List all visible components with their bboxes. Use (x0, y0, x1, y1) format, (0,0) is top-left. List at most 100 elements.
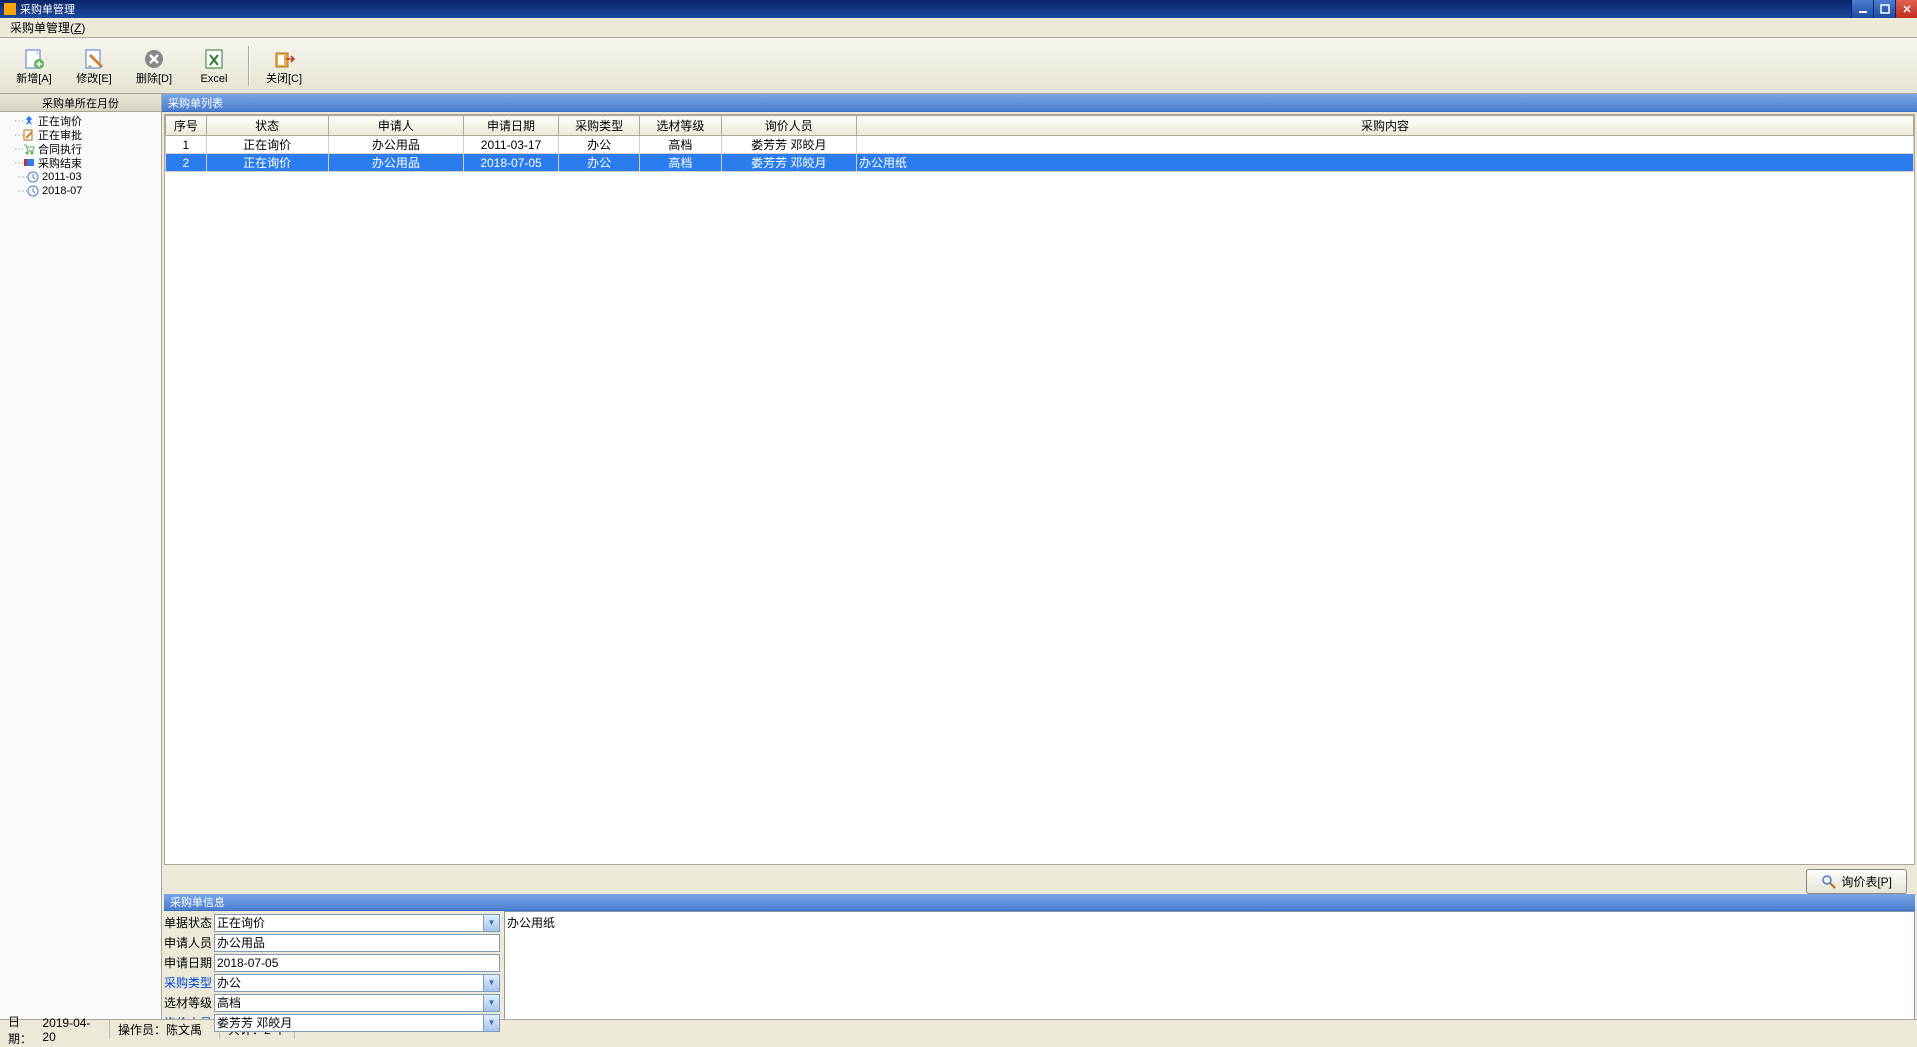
cart-icon (22, 143, 36, 155)
tree-header: 采购单所在月份 (0, 94, 161, 112)
close-label: 关闭[C] (266, 73, 302, 85)
date-field[interactable]: 2018-07-05 (214, 954, 500, 972)
close-button-toolbar[interactable]: 关闭[C] (254, 42, 314, 90)
tree-label: 2011-03 (42, 171, 82, 183)
price-sheet-label: 询价表[P] (1841, 873, 1892, 890)
app-icon (4, 3, 16, 15)
tree-connector: ⋯ (18, 172, 26, 183)
add-icon (22, 47, 46, 71)
magnifier-icon (1821, 874, 1837, 890)
menu-manage[interactable]: 采购单管理(Z) (4, 17, 91, 38)
status-value: 正在询价 (217, 914, 265, 931)
toolbar-separator (248, 46, 250, 86)
grade-value: 高档 (217, 994, 241, 1011)
table-cell: 娄芳芳 邓皎月 (721, 154, 857, 172)
clock-icon (26, 185, 40, 197)
tree-item[interactable]: ⋯ 采购结束 (0, 156, 161, 170)
table-area[interactable]: 序号状态申请人申请日期采购类型选材等级询价人员采购内容 1正在询价办公用品201… (164, 114, 1915, 865)
table-cell: 正在询价 (206, 154, 328, 172)
status-date-label: 日期： (8, 1013, 42, 1047)
staff-field[interactable]: 娄芳芳 邓皎月 ▼ (214, 1014, 500, 1032)
type-field[interactable]: 办公 ▼ (214, 974, 500, 992)
dropdown-icon[interactable]: ▼ (483, 975, 499, 991)
grade-label: 选材等级 (164, 994, 214, 1011)
toolbar: 新增[A] 修改[E] 删除[D] Excel 关闭[C] (0, 38, 1917, 94)
minimize-button[interactable] (1851, 0, 1873, 18)
table-cell: 高档 (640, 154, 721, 172)
dropdown-icon[interactable]: ▼ (483, 995, 499, 1011)
column-header[interactable]: 申请人 (328, 116, 464, 136)
add-label: 新增[A] (16, 73, 51, 85)
dropdown-icon[interactable]: ▼ (483, 915, 499, 931)
applicant-value: 办公用品 (217, 934, 265, 951)
edit-label: 修改[E] (76, 73, 111, 85)
edit-button[interactable]: 修改[E] (64, 42, 124, 90)
applicant-field[interactable]: 办公用品 (214, 934, 500, 952)
tree-connector: ⋯ (14, 158, 22, 169)
tree-item[interactable]: ⋯正在审批 (0, 128, 161, 142)
status-date-value: 2019-04-20 (42, 1016, 101, 1044)
close-icon (272, 47, 296, 71)
tree-label: 采购结束 (38, 155, 82, 171)
column-header[interactable]: 询价人员 (721, 116, 857, 136)
maximize-button[interactable] (1873, 0, 1895, 18)
delete-button[interactable]: 删除[D] (124, 42, 184, 90)
date-value: 2018-07-05 (217, 956, 278, 970)
status-field[interactable]: 正在询价 ▼ (214, 914, 500, 932)
tree-item[interactable]: ⋯合同执行 (0, 142, 161, 156)
tree-connector: ⋯ (18, 186, 26, 197)
menu-label-end: ) (81, 21, 85, 35)
tree-item[interactable]: ⋯ 2011-03 (0, 170, 161, 184)
menu-bar: 采购单管理(Z) (0, 18, 1917, 38)
tree-item[interactable]: ⋯ 2018-07 (0, 184, 161, 198)
window-title: 采购单管理 (20, 1, 1851, 17)
excel-icon (202, 47, 226, 71)
status-operator-value: 陈文禹 (166, 1021, 202, 1038)
excel-button[interactable]: Excel (184, 42, 244, 90)
type-label[interactable]: 采购类型 (164, 974, 214, 991)
applicant-label: 申请人员 (164, 934, 214, 951)
table-row[interactable]: 2正在询价办公用品2018-07-05办公高档娄芳芳 邓皎月办公用纸 (166, 154, 1914, 172)
tree-connector: ⋯ (14, 144, 22, 155)
excel-label: Excel (201, 73, 228, 85)
table-cell: 办公用品 (328, 154, 464, 172)
tree-panel: 采购单所在月份 ⋯正在询价⋯正在审批⋯合同执行⋯采购结束⋯2011-03⋯201… (0, 94, 162, 1019)
price-sheet-button[interactable]: 询价表[P] (1806, 869, 1907, 894)
table-cell: 办公 (558, 136, 639, 154)
date-label: 申请日期 (164, 954, 214, 971)
flag-icon (22, 157, 36, 169)
tree-connector: ⋯ (14, 130, 22, 141)
status-operator-label: 操作员： (118, 1021, 166, 1038)
table-cell: 高档 (640, 136, 721, 154)
status-label: 单据状态 (164, 914, 214, 931)
table-cell: 2018-07-05 (464, 154, 559, 172)
type-value: 办公 (217, 974, 241, 991)
grade-field[interactable]: 高档 ▼ (214, 994, 500, 1012)
staff-value: 娄芳芳 邓皎月 (217, 1014, 292, 1031)
table-cell: 办公用纸 (857, 154, 1914, 172)
table-cell: 2 (166, 154, 207, 172)
add-button[interactable]: 新增[A] (4, 42, 64, 90)
clock-icon (26, 171, 40, 183)
column-header[interactable]: 采购类型 (558, 116, 639, 136)
table-cell (857, 136, 1914, 154)
column-header[interactable]: 采购内容 (857, 116, 1914, 136)
title-bar: 采购单管理 (0, 0, 1917, 18)
detail-header: 采购单信息 (164, 894, 1915, 911)
table-cell: 办公用品 (328, 136, 464, 154)
table-cell: 办公 (558, 154, 639, 172)
tree-label: 2018-07 (42, 185, 82, 197)
column-header[interactable]: 申请日期 (464, 116, 559, 136)
close-button[interactable] (1895, 0, 1917, 18)
tree-item[interactable]: ⋯正在询价 (0, 114, 161, 128)
column-header[interactable]: 状态 (206, 116, 328, 136)
table-row[interactable]: 1正在询价办公用品2011-03-17办公高档娄芳芳 邓皎月 (166, 136, 1914, 154)
dropdown-icon[interactable]: ▼ (483, 1015, 499, 1031)
edit-icon (22, 129, 36, 141)
content-textarea[interactable] (504, 911, 1915, 1021)
column-header[interactable]: 选材等级 (640, 116, 721, 136)
menu-label: 采购单管理( (10, 21, 74, 35)
column-header[interactable]: 序号 (166, 116, 207, 136)
delete-icon (142, 47, 166, 71)
table-cell: 正在询价 (206, 136, 328, 154)
